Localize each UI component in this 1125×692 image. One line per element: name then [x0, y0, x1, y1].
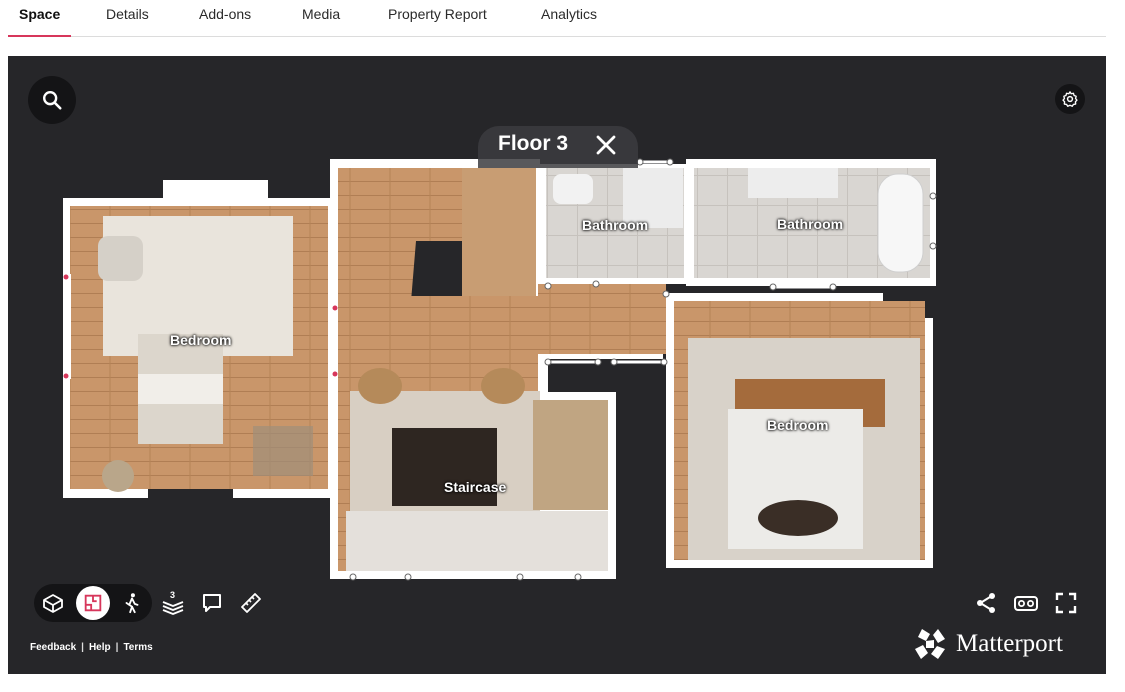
- floorplan-button[interactable]: [76, 586, 110, 620]
- tab-add-ons[interactable]: Add-ons: [199, 6, 251, 36]
- close-icon: [596, 135, 616, 155]
- tab-bar: Space Details Add-ons Media Property Rep…: [7, 0, 1106, 37]
- dollhouse-button[interactable]: [36, 586, 70, 620]
- room-label-staircase[interactable]: Staircase: [444, 479, 506, 495]
- measure-button[interactable]: [234, 586, 268, 620]
- search-icon: [43, 91, 62, 110]
- brand-name: Matterport: [956, 630, 1063, 657]
- tab-details[interactable]: Details: [106, 6, 149, 36]
- matterport-brand[interactable]: Matterport: [912, 626, 1063, 662]
- floor-title: Floor 3: [498, 132, 569, 155]
- room-label-bedroom-right[interactable]: Bedroom: [767, 417, 828, 433]
- walkthrough-button[interactable]: [115, 586, 149, 620]
- search-button[interactable]: [28, 76, 76, 124]
- terms-link[interactable]: Terms: [123, 642, 152, 653]
- room-label-bedroom-left[interactable]: Bedroom: [170, 332, 231, 348]
- footer-separator: |: [115, 642, 119, 653]
- fullscreen-icon: [1055, 592, 1077, 614]
- share-icon: [977, 593, 995, 613]
- tab-space[interactable]: Space: [7, 6, 72, 37]
- bathtub: [877, 173, 924, 273]
- room-label-bathroom-right[interactable]: Bathroom: [777, 216, 843, 232]
- fullscreen-button[interactable]: [1052, 589, 1080, 617]
- room-label-bathroom-middle[interactable]: Bathroom: [582, 217, 648, 233]
- tab-analytics[interactable]: Analytics: [541, 6, 597, 36]
- floor-close-button[interactable]: [593, 132, 619, 158]
- measure-icon: [241, 593, 261, 613]
- vr-button[interactable]: [1012, 589, 1040, 617]
- help-link[interactable]: Help: [89, 642, 111, 653]
- vr-icon: [1014, 596, 1038, 611]
- floors-button[interactable]: 3: [156, 586, 190, 620]
- matterport-viewer[interactable]: Bedroom Staircase Bathroom Bathroom Bedr…: [8, 56, 1106, 674]
- floor-count-badge: 3: [170, 590, 175, 600]
- footer-separator: |: [81, 642, 84, 653]
- settings-icon: [1062, 91, 1078, 107]
- comment-icon: [203, 594, 221, 612]
- tab-media[interactable]: Media: [302, 6, 340, 36]
- dollhouse-icon: [43, 594, 63, 613]
- floors-icon: 3: [162, 590, 184, 615]
- feedback-link[interactable]: Feedback: [30, 642, 76, 653]
- tab-property-report[interactable]: Property Report: [388, 6, 487, 36]
- floorplan-icon: [84, 594, 102, 612]
- share-button[interactable]: [972, 589, 1000, 617]
- matterport-logo-icon: [915, 629, 945, 659]
- walkthrough-icon: [125, 593, 139, 614]
- comment-button[interactable]: [195, 586, 229, 620]
- footer-links: Feedback | Help | Terms: [30, 642, 153, 653]
- settings-button[interactable]: [1055, 84, 1085, 114]
